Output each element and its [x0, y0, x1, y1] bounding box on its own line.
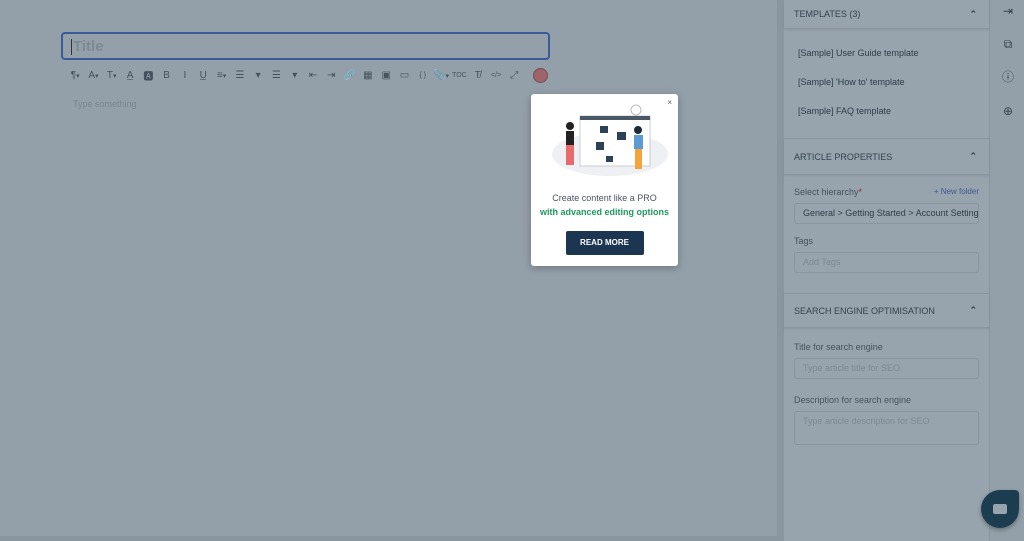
close-icon[interactable]: ×: [667, 98, 672, 107]
right-sidebar: TEMPLATES (3) ⌃ [Sample] User Guide templ…: [784, 0, 990, 541]
template-item[interactable]: [Sample] 'How to' template: [784, 68, 989, 97]
article-properties-title: ARTICLE PROPERTIES: [794, 151, 893, 162]
html-button[interactable]: </>: [487, 72, 505, 79]
font-size-button[interactable]: T: [103, 70, 121, 81]
illustration: [551, 104, 668, 176]
seo-title-input[interactable]: Type article title for SEO: [794, 358, 979, 379]
promo-popup: × Create content like a PRO with advance…: [531, 94, 678, 266]
background-color-button[interactable]: 🅰: [139, 68, 157, 83]
bold-button[interactable]: B: [157, 70, 175, 81]
horizontal-scrollbar[interactable]: [0, 536, 777, 541]
templates-list: [Sample] User Guide template [Sample] 'H…: [784, 29, 989, 139]
globe-icon[interactable]: ⊕: [1001, 104, 1015, 118]
ordered-list-button[interactable]: ☰: [231, 70, 249, 81]
code-block-button[interactable]: { }: [414, 72, 432, 79]
chevron-up-icon[interactable]: ⌃: [969, 305, 977, 316]
text-caret: [71, 39, 72, 56]
title-placeholder: Title: [73, 38, 104, 55]
chevron-up-icon[interactable]: ⌃: [969, 9, 977, 20]
seo-description-label: Description for search engine: [794, 395, 912, 405]
attachment-button[interactable]: 📎: [432, 70, 450, 81]
info-icon[interactable]: ⓘ: [1001, 70, 1015, 84]
title-input[interactable]: Title: [61, 32, 550, 60]
seo-body: Title for search engine Type article tit…: [784, 328, 989, 459]
chat-icon: [993, 504, 1007, 514]
seo-description-input[interactable]: Type article description for SEO: [794, 411, 979, 445]
color-picker-button[interactable]: [533, 67, 549, 83]
image-button[interactable]: ▣: [377, 70, 395, 81]
body-input[interactable]: Type something: [73, 99, 137, 109]
chat-button[interactable]: [981, 490, 1019, 528]
italic-button[interactable]: I: [176, 70, 194, 81]
paragraph-format-button[interactable]: ¶: [66, 70, 84, 81]
new-folder-link[interactable]: + New folder: [934, 187, 979, 197]
popup-headline: Create content like a PRO: [552, 193, 657, 203]
font-family-button[interactable]: A: [84, 70, 102, 81]
templates-header[interactable]: TEMPLATES (3) ⌃: [784, 0, 989, 29]
template-item[interactable]: [Sample] FAQ template: [784, 97, 989, 126]
indent-button[interactable]: ⇥: [322, 70, 340, 81]
seo-title: SEARCH ENGINE OPTIMISATION: [794, 305, 935, 316]
unordered-list-options-button[interactable]: ▾: [286, 70, 304, 81]
table-button[interactable]: ▦: [359, 70, 377, 81]
tags-label: Tags: [794, 236, 814, 246]
collapse-panel-icon[interactable]: ⇥: [1001, 4, 1015, 18]
seo-title-label: Title for search engine: [794, 342, 883, 352]
required-marker: *: [858, 187, 863, 197]
tags-input[interactable]: Add Tags: [794, 252, 979, 273]
underline-button[interactable]: U̲: [194, 70, 212, 81]
clear-formatting-button[interactable]: T̸: [469, 70, 487, 81]
toc-button[interactable]: TOC: [450, 72, 468, 79]
hierarchy-label: Select hierarchy: [794, 187, 859, 197]
outdent-button[interactable]: ⇤: [304, 70, 322, 81]
scrollbar[interactable]: [777, 0, 784, 541]
template-item[interactable]: [Sample] User Guide template: [784, 39, 989, 68]
copy-document-icon[interactable]: ⧉: [1001, 37, 1015, 51]
editor-toolbar: ¶ATA̲🅰BIU̲≡☰▾☰▾⇤⇥🔗▦▣▭{ }📎TOCT̸</>⤢: [66, 67, 549, 83]
hierarchy-select[interactable]: General > Getting Started > Account Sett…: [794, 203, 979, 224]
read-more-button[interactable]: READ MORE: [565, 231, 644, 255]
editor-area: Title ¶ATA̲🅰BIU̲≡☰▾☰▾⇤⇥🔗▦▣▭{ }📎TOCT̸</>⤢…: [0, 0, 777, 536]
article-properties-body: Select hierarchy* + New folder General > …: [784, 175, 989, 294]
popup-subheadline: with advanced editing options: [539, 207, 669, 217]
templates-title: TEMPLATES (3): [794, 9, 861, 19]
article-properties-header[interactable]: ARTICLE PROPERTIES ⌃: [784, 139, 989, 175]
video-button[interactable]: ▭: [395, 70, 413, 81]
chevron-up-icon[interactable]: ⌃: [969, 151, 977, 162]
icon-strip: ⇥ ⧉ ⓘ ⊕: [991, 0, 1024, 541]
ordered-list-options-button[interactable]: ▾: [249, 70, 267, 81]
seo-header[interactable]: SEARCH ENGINE OPTIMISATION ⌃: [784, 294, 989, 328]
unordered-list-button[interactable]: ☰: [267, 70, 285, 81]
align-button[interactable]: ≡: [212, 70, 230, 81]
link-button[interactable]: 🔗: [340, 70, 358, 81]
text-color-button[interactable]: A̲: [121, 70, 139, 81]
fullscreen-button[interactable]: ⤢: [505, 70, 523, 81]
